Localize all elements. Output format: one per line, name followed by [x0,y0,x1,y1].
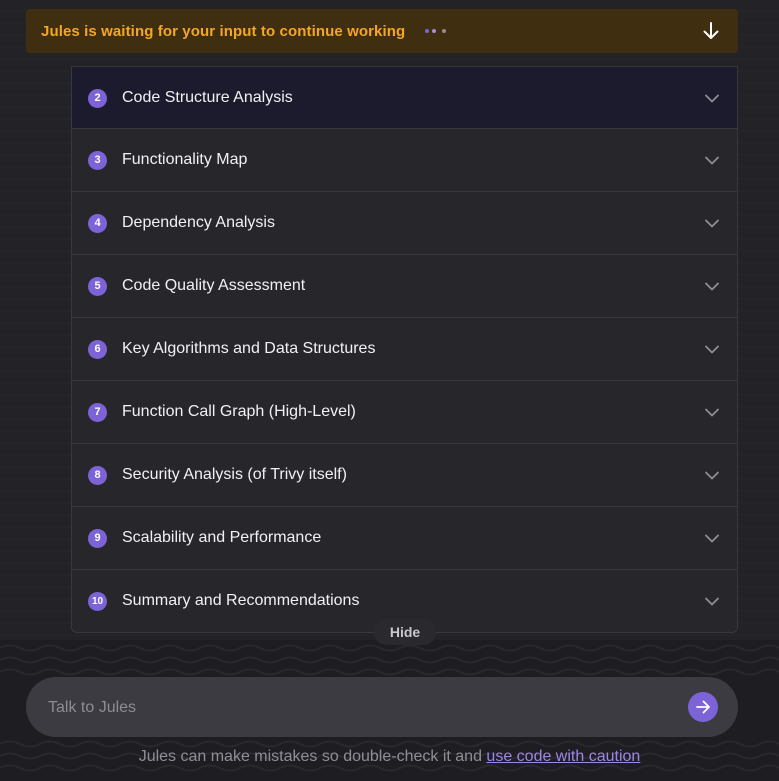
plan-step-row[interactable]: 2 Code Structure Analysis [72,66,737,129]
banner-text: Jules is waiting for your input to conti… [41,22,406,40]
step-number-badge: 2 [88,88,107,108]
chevron-down-icon[interactable] [703,403,721,421]
chevron-down-icon[interactable] [703,214,721,232]
plan-step-row[interactable]: 7 Function Call Graph (High-Level) [72,380,737,443]
step-number-badge: 8 [88,465,107,485]
arrow-down-icon[interactable] [700,20,722,42]
chevron-down-icon[interactable] [703,277,721,295]
step-number-badge: 4 [88,213,107,233]
waiting-banner: Jules is waiting for your input to conti… [26,9,738,53]
chevron-down-icon[interactable] [703,592,721,610]
disclaimer: Jules can make mistakes so double-check … [0,748,779,766]
step-number-badge: 5 [88,276,107,296]
step-title: Security Analysis (of Trivy itself) [122,466,347,483]
chevron-down-icon[interactable] [703,466,721,484]
loading-dots-icon [425,29,447,33]
step-title: Key Algorithms and Data Structures [122,340,376,357]
plan-steps-panel: 2 Code Structure Analysis 3 Functionalit… [71,66,738,633]
plan-step-row[interactable]: 9 Scalability and Performance [72,506,737,569]
step-number-badge: 6 [88,339,107,359]
chat-input[interactable] [46,677,690,739]
chevron-down-icon[interactable] [703,89,721,107]
hide-button[interactable]: Hide [374,619,436,645]
step-title: Function Call Graph (High-Level) [122,403,356,420]
chevron-down-icon[interactable] [703,151,721,169]
send-button[interactable] [688,692,718,722]
step-number-badge: 7 [88,402,107,422]
disclaimer-text: Jules can make mistakes so double-check … [138,748,487,765]
plan-step-row[interactable]: 8 Security Analysis (of Trivy itself) [72,443,737,506]
step-title: Scalability and Performance [122,529,322,546]
loading-dot [442,29,447,33]
step-title: Functionality Map [122,151,248,168]
plan-step-row[interactable]: 6 Key Algorithms and Data Structures [72,317,737,380]
jules-app: Jules is waiting for your input to conti… [0,0,779,781]
step-number-badge: 3 [88,150,107,170]
step-number-badge: 10 [88,591,107,611]
loading-dot [432,29,437,33]
chevron-down-icon[interactable] [703,340,721,358]
arrow-right-icon [696,700,710,714]
step-title: Code Quality Assessment [122,277,306,294]
step-title: Code Structure Analysis [122,89,293,106]
step-number-badge: 9 [88,528,107,548]
step-title: Dependency Analysis [122,214,275,231]
loading-dot [425,29,430,33]
plan-step-row[interactable]: 3 Functionality Map [72,128,737,191]
caution-link[interactable]: use code with caution [486,748,640,765]
chevron-down-icon[interactable] [703,529,721,547]
chat-input-box [26,677,738,739]
step-title: Summary and Recommendations [122,592,360,609]
plan-step-row[interactable]: 5 Code Quality Assessment [72,254,737,317]
plan-step-row[interactable]: 4 Dependency Analysis [72,191,737,254]
